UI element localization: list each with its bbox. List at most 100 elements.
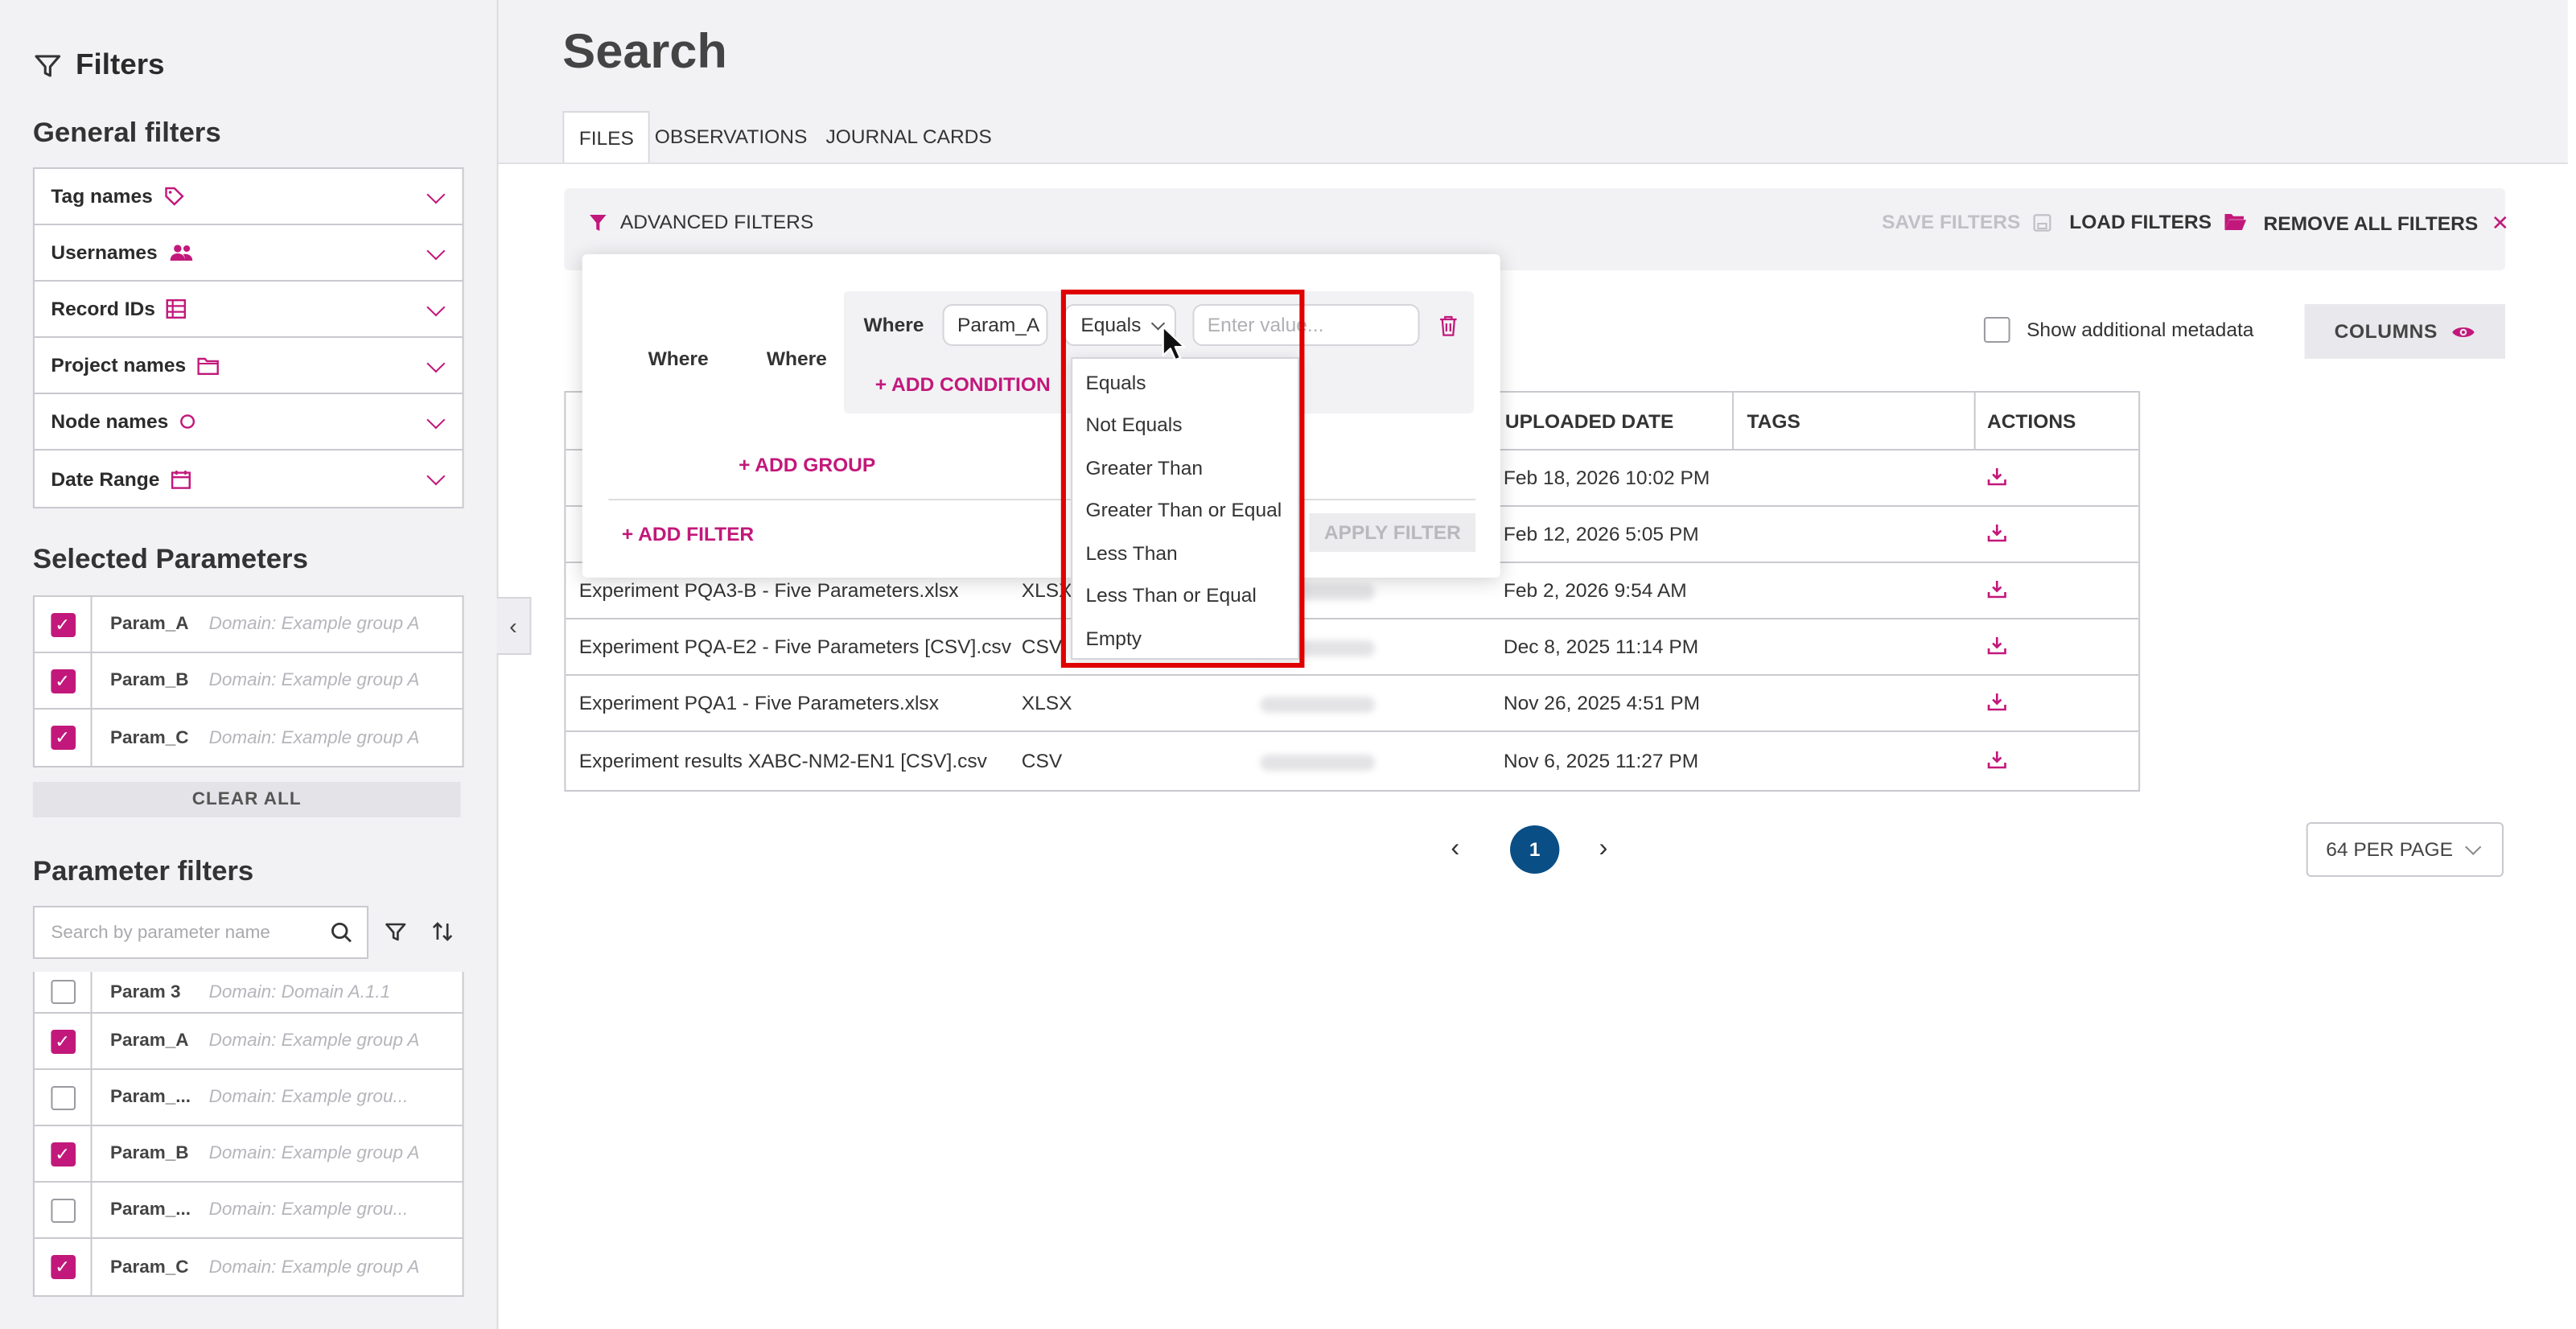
filter-icon [35, 54, 61, 76]
filter-date-range[interactable]: Date Range [35, 451, 463, 507]
list-item: ✓ Param_B Domain: Example group A [34, 653, 463, 710]
advanced-filters-toggle[interactable]: ADVANCED FILTERS [589, 211, 813, 233]
parameter-filters-heading: Parameter filters [32, 856, 254, 887]
columns-button[interactable]: COLUMNS [2304, 304, 2506, 359]
checkbox[interactable]: ✓ [50, 1029, 76, 1053]
table-cell-name[interactable]: Experiment PQA3-B - Five Parameters.xlsx [579, 579, 959, 602]
page-title: Search [562, 26, 727, 79]
filter-usernames[interactable]: Usernames [34, 225, 463, 282]
list-item: ✓ Param_B Domain: Example group A [34, 1126, 463, 1183]
save-icon [2034, 213, 2051, 231]
general-filters-heading: General filters [32, 117, 221, 148]
tab-journal-cards[interactable]: JOURNAL CARDS [811, 111, 1006, 163]
per-page-select[interactable]: 64 PER PAGE [2306, 822, 2504, 877]
table-cell-date: Nov 26, 2025 4:51 PM [1503, 692, 1701, 714]
tag-icon [164, 187, 184, 206]
parameter-search-input[interactable]: Search by parameter name [32, 906, 369, 959]
prev-page-button[interactable]: ‹ [1451, 835, 1459, 864]
circle-icon [180, 414, 196, 430]
table-cell-type: CSV [1021, 636, 1063, 658]
remove-all-filters-button[interactable]: REMOVE ALL FILTERS ✕ [2264, 211, 2509, 237]
table-cell-name[interactable]: Experiment results XABC-NM2-EN1 [CSV].cs… [579, 750, 987, 772]
download-icon[interactable] [1987, 579, 2007, 599]
field-select[interactable]: Param_A [942, 304, 1048, 346]
download-icon[interactable] [1987, 636, 2007, 655]
table-cell-date: Feb 12, 2026 5:05 PM [1503, 523, 1699, 545]
load-filters-button[interactable]: LOAD FILTERS [2069, 211, 2248, 233]
add-condition-button[interactable]: + ADD CONDITION [875, 373, 1051, 396]
checkbox[interactable] [50, 980, 76, 1004]
chevron-down-icon [426, 185, 446, 204]
selected-parameters-list: ✓ Param_A Domain: Example group A ✓ Param_B… [32, 595, 464, 767]
table-cell-date: Dec 8, 2025 11:14 PM [1503, 636, 1699, 658]
search-icon [331, 922, 352, 943]
table-cell-name[interactable]: Experiment PQA-E2 - Five Parameters [CSV… [579, 636, 1011, 658]
table-cell-date: Feb 2, 2026 9:54 AM [1503, 579, 1687, 602]
filter-node-names[interactable]: Node names [34, 394, 463, 451]
add-group-button[interactable]: + ADD GROUP [739, 454, 875, 476]
sort-icon[interactable] [431, 920, 455, 943]
list-item: ✓ Param_C Domain: Example group A [35, 710, 463, 766]
list-item: Param_... Domain: Example grou... [34, 1183, 463, 1239]
chevron-down-icon [426, 467, 446, 486]
next-page-button[interactable]: › [1599, 835, 1607, 864]
table-cell-name[interactable]: Experiment PQA1 - Five Parameters.xlsx [579, 692, 939, 714]
checkbox[interactable]: ✓ [50, 612, 76, 636]
table-cell-date: Nov 6, 2025 11:27 PM [1503, 750, 1699, 772]
column-header-uploaded-date[interactable]: UPLOADED DATE [1505, 410, 1673, 433]
page-number-current[interactable]: 1 [1510, 825, 1560, 874]
table-icon [167, 299, 187, 319]
table-cell-type: XLSX [1021, 692, 1072, 714]
chevron-down-icon [2465, 839, 2482, 855]
list-item: Param_... Domain: Example grou... [34, 1070, 463, 1126]
filters-sidebar: Filters General filters Tag names Userna… [0, 0, 499, 1329]
filter-record-ids[interactable]: Record IDs [34, 282, 463, 338]
cursor-icon [1162, 325, 1186, 361]
clear-all-button[interactable]: CLEAR ALL [32, 782, 461, 817]
parameter-list: Param 3 Domain: Domain A.1.1 ✓ Param_A Doma… [32, 972, 464, 1297]
download-icon[interactable] [1987, 692, 2007, 711]
general-filters-list: Tag names Usernames Record IDs Project n… [32, 167, 464, 508]
where-label: Where [863, 314, 924, 336]
checkbox[interactable]: ✓ [50, 1255, 76, 1279]
table-cell-date: Feb 18, 2026 10:02 PM [1503, 467, 1710, 489]
chevron-down-icon [426, 354, 446, 373]
calendar-icon [171, 469, 191, 488]
trash-icon[interactable] [1439, 315, 1457, 336]
checkbox[interactable]: ✓ [50, 669, 76, 693]
list-item: ✓ Param_A Domain: Example group A [34, 1014, 463, 1070]
column-header-tags[interactable]: TAGS [1747, 410, 1800, 433]
show-metadata-toggle[interactable]: Show additional metadata [1983, 317, 2253, 343]
tab-observations[interactable]: OBSERVATIONS [640, 111, 821, 163]
download-icon[interactable] [1987, 523, 2007, 542]
selected-parameters-heading: Selected Parameters [32, 544, 308, 574]
folder-open-icon [2225, 214, 2247, 230]
tab-files[interactable]: FILES [562, 111, 651, 163]
where-label: Where [766, 348, 827, 370]
divider [608, 499, 1476, 500]
list-item: ✓ Param_A Domain: Example group A [34, 597, 463, 653]
table-cell-type: CSV [1021, 750, 1063, 772]
checkbox[interactable]: ✓ [50, 726, 76, 750]
filter-project-names[interactable]: Project names [34, 338, 463, 394]
where-label: Where [648, 348, 709, 370]
apply-filter-button[interactable]: APPLY FILTER [1309, 513, 1476, 552]
filter-tag-names[interactable]: Tag names [34, 169, 463, 225]
collapse-sidebar-button[interactable]: ‹ [496, 597, 532, 655]
checkbox[interactable] [50, 1085, 76, 1109]
download-icon[interactable] [1987, 750, 2007, 769]
filter-icon[interactable] [385, 922, 406, 943]
eye-icon [2451, 327, 2475, 336]
list-item: Param 3 Domain: Domain A.1.1 [34, 972, 463, 1014]
checkbox[interactable]: ✓ [50, 1142, 76, 1166]
chevron-down-icon [426, 410, 446, 430]
download-icon[interactable] [1987, 467, 2007, 486]
chevron-down-icon [426, 241, 446, 261]
close-icon: ✕ [2491, 211, 2509, 235]
checkbox[interactable] [50, 1198, 76, 1222]
folder-icon [197, 356, 220, 374]
save-filters-button[interactable]: SAVE FILTERS [1882, 211, 2051, 233]
chevron-down-icon [426, 298, 446, 317]
add-filter-button[interactable]: + ADD FILTER [622, 523, 754, 545]
checkbox[interactable] [1983, 317, 2010, 343]
